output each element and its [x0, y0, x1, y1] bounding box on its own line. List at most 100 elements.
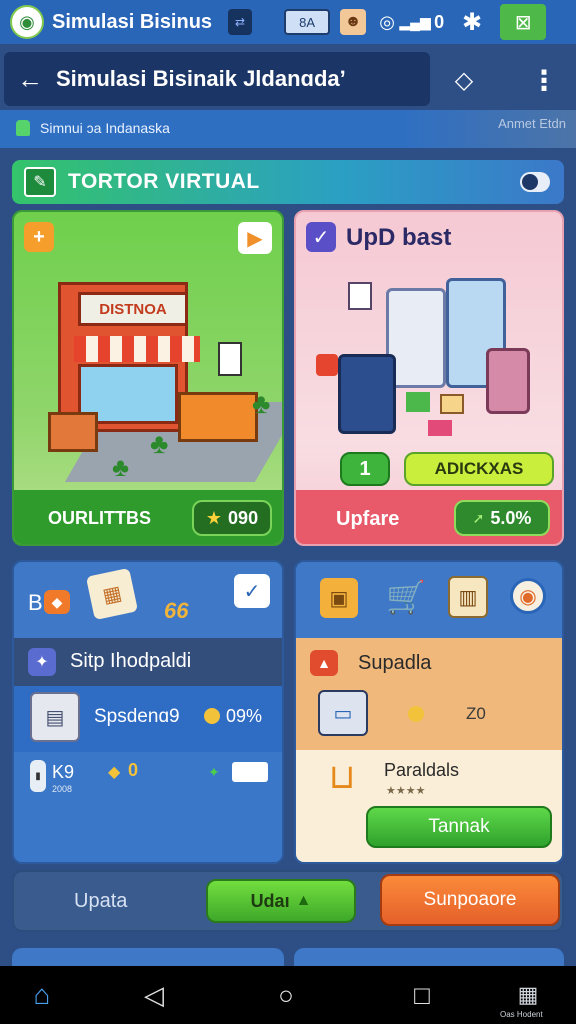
supplies-action-label: Tannak [428, 816, 490, 837]
edit-icon[interactable]: ✓ [306, 222, 336, 252]
update-card[interactable]: ✓ UpD bast 1 ADICKXAS Upfare ➚ 5.0% [294, 210, 564, 546]
settings-icon[interactable]: ✱ [458, 9, 486, 36]
bottom-middle-label: Udaı [250, 890, 290, 911]
stats-row2-label: K9 [52, 762, 75, 782]
signal-icon: ▂▄▆ [399, 13, 431, 30]
supplies-row1-value: Z0 [466, 704, 486, 723]
cart-icon: 🛒 [386, 579, 426, 615]
sparkle-icon: ✦ [28, 648, 56, 676]
back-nav-icon[interactable]: ◁ [136, 980, 172, 1010]
stats-row-1[interactable]: ▤ Spsdenɑ9 09% [14, 686, 282, 752]
leaf-small-icon: ✦ [208, 764, 220, 780]
bottom-right-button[interactable]: Sunpoaore [380, 874, 560, 926]
store-footer: OURLITTBS ★ 090 [14, 490, 282, 544]
signal-value: 0 [434, 11, 445, 32]
section-toggle[interactable] [520, 172, 550, 192]
toggle-knob [522, 174, 538, 190]
bottom-left-label[interactable]: Upata [74, 890, 127, 913]
store-stat-value: 090 [228, 507, 259, 528]
bottom-middle-button[interactable]: Udaı ▲ [206, 879, 356, 923]
nav-corner-label: Oas Hodent [500, 1010, 543, 1019]
package-icon: ▥ [448, 576, 488, 618]
stats-panel-title: Sitp Ihodpaldi [70, 650, 192, 672]
bookmark-icon[interactable]: ◇ [446, 62, 482, 98]
film-icon[interactable]: ▦ [506, 980, 550, 1010]
stats-row2-sub: 2008 [52, 784, 73, 794]
next-card-right [294, 948, 564, 966]
status-badge-label: 8A [299, 14, 316, 30]
gold-drop-icon [408, 706, 424, 722]
printer-icon: ▤ [30, 692, 80, 742]
stats-panel-head: ✦ Sitp Ihodpaldi [14, 638, 282, 686]
arrow-up-icon: ➚ [472, 509, 485, 526]
location-icon [16, 120, 30, 136]
status-bar: ◉ Simulasi Bisinus ⇄ 8A ☻ ◎ ▂▄▆ 0 ✱ ⊠ [0, 0, 576, 44]
supplies-panel-title: Supadla [358, 652, 432, 674]
store-sign: DISTNOA [78, 292, 188, 326]
update-stat-pill: ➚ 5.0% [454, 500, 550, 536]
stats-row2-value: 0 [128, 760, 139, 780]
basket-icon: ⊔ [328, 758, 356, 796]
play-icon[interactable]: ▶ [238, 222, 272, 254]
stats-header-prefix: B [28, 590, 43, 615]
battery-icon: ▮ [30, 760, 46, 792]
update-footer-label: Upfare [336, 508, 400, 530]
store-card[interactable]: + ▶ DISTNOA ♣ ♣ ♣ OURLITTBS ★ 090 [12, 210, 284, 546]
target-icon: ◎ [379, 11, 395, 32]
store-illustration: DISTNOA ♣ ♣ ♣ [38, 252, 282, 482]
sub-header-label: Simnui ɔa Indanaska [40, 120, 170, 136]
box-icon: ▣ [320, 578, 358, 618]
more-menu-icon[interactable]: ⋮ [528, 62, 560, 98]
section-header: ✎ TORTOR VIRTUAL [12, 160, 564, 204]
back-arrow-icon[interactable]: ← [4, 64, 56, 95]
add-icon[interactable]: + [24, 222, 54, 252]
status-badge: 8A [284, 9, 331, 35]
avatar: ☻ [340, 9, 367, 35]
store-footer-label: OURLITTBS [48, 508, 151, 528]
update-action-button[interactable]: ADICKXAS [404, 452, 554, 486]
stats-row1-label: Spsdenɑ9 [94, 706, 180, 727]
star-icon: ★ [205, 507, 223, 528]
supplies-action-button[interactable]: Tannak [366, 806, 552, 848]
supplies-panel: ▲ Supadla ▭ Z0 ⊔ Paraldals ★★★★ Tannak [296, 638, 562, 862]
home-nav-icon[interactable]: ○ [268, 980, 304, 1010]
chart-icon: ▦ [85, 567, 139, 621]
bottom-action-bar: Upata Udaı ▲ Sunpoaore [12, 870, 564, 932]
supplies-row2-stars: ★★★★ [386, 785, 426, 797]
update-count-badge: 1 [340, 452, 390, 486]
arrow-up-small-icon: ▲ [295, 892, 312, 909]
calendar-icon[interactable]: ⊠ [500, 4, 547, 40]
mini-tag [232, 762, 268, 782]
bolt-icon: ◆ [108, 764, 121, 781]
supplies-card[interactable]: ▣ 🛒 ▥ ◉ ▲ Supadla ▭ Z0 ⊔ Paraldals ★★★★ … [294, 560, 564, 864]
stats-header-value: 66 [164, 598, 189, 623]
supplies-row2-label: Paraldals [384, 760, 460, 780]
app-name: Simulasi Bisinus [52, 10, 213, 33]
system-nav-bar: ⌂ ◁ ○ □ ▦ Oas Hodent [0, 966, 576, 1024]
update-stat-value: 5.0% [490, 507, 532, 528]
recents-nav-icon[interactable]: □ [404, 980, 440, 1010]
store-stat-pill: ★ 090 [192, 500, 272, 536]
update-count-value: 1 [359, 457, 371, 480]
bottom-right-label: Sunpoaore [423, 889, 517, 910]
compass-icon: ◉ [510, 578, 546, 614]
stats-row-2[interactable]: ▮ K9 2008 ◆ 0 ✦ [14, 752, 282, 862]
page-title: Simulasi Bisinaik Jldanɑdaʼ [56, 66, 346, 91]
coin-icon [204, 708, 220, 724]
flag-icon: ▲ [310, 650, 338, 676]
check-icon[interactable]: ✓ [234, 574, 270, 608]
machines-illustration [316, 268, 556, 448]
update-card-title: UpD bast [346, 224, 452, 251]
next-card-left [12, 948, 284, 966]
app-logo-icon: ◉ [10, 5, 44, 39]
stats-row1-value: 09% [226, 706, 263, 726]
tag-icon: ◆ [44, 590, 70, 614]
sub-header: Simnui ɔa Indanaska Anmet Etdn [0, 110, 576, 148]
notification-icon: ⇄ [228, 9, 253, 35]
sub-header-right-label: Anmet Etdn [498, 116, 566, 131]
machine-icon: ▭ [318, 690, 368, 736]
leaf-icon: ✎ [24, 167, 56, 197]
stats-card[interactable]: B ◆ ▦ 66 ✓ ✦ Sitp Ihodpaldi ▤ Spsdenɑ9 0… [12, 560, 284, 864]
app-bar: ← Simulasi Bisinaik Jldanɑdaʼ [4, 52, 430, 106]
home-icon[interactable]: ⌂ [24, 979, 60, 1010]
